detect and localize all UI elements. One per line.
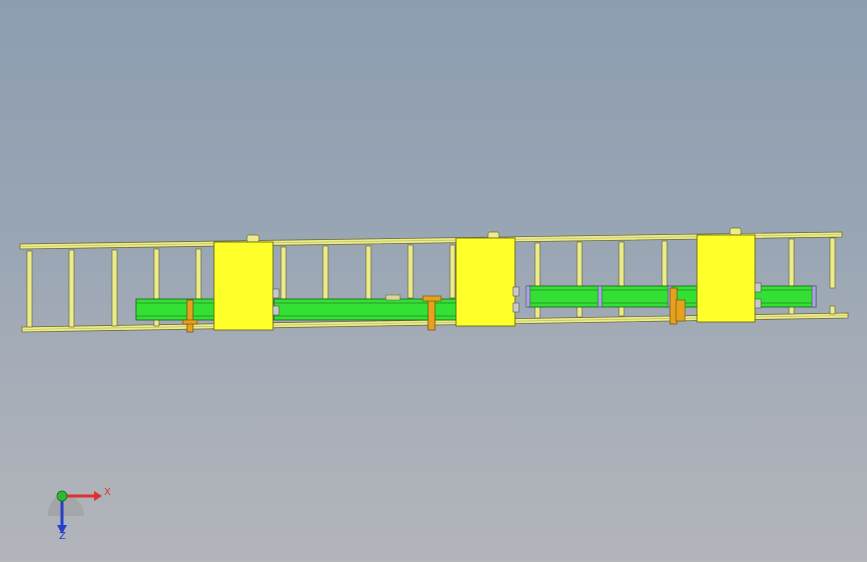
mounting-bracket-2	[455, 231, 520, 327]
mounting-bracket-1	[213, 234, 280, 331]
ladder-frame-assembly[interactable]	[0, 0, 867, 562]
z-axis-label: Z	[59, 531, 66, 542]
green-beam-1	[135, 298, 217, 321]
graphics-viewport[interactable]: X Z	[0, 0, 867, 562]
mounting-bracket-3	[696, 227, 762, 323]
x-axis-label: X	[104, 487, 111, 498]
